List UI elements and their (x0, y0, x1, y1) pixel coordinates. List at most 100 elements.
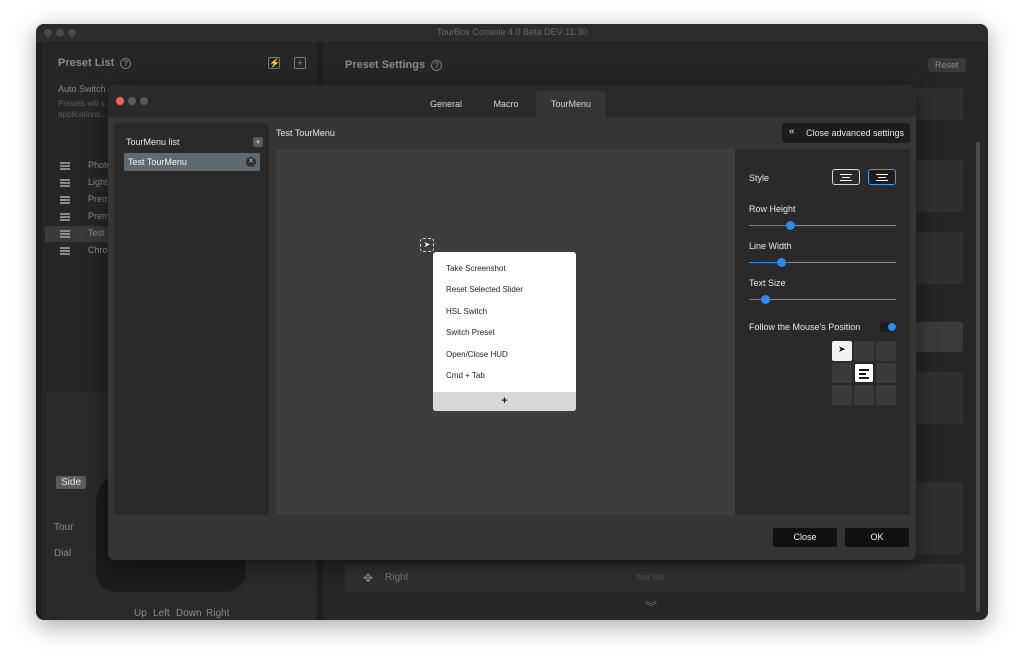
dial-label[interactable]: Dial (54, 548, 71, 559)
side-label[interactable]: Side (56, 476, 87, 489)
text-size-label: Text Size (749, 278, 786, 288)
style-settings-panel: Style Row Height Line Width Text Size Fo… (735, 149, 910, 515)
position-cell[interactable] (876, 363, 896, 383)
line-width-slider[interactable] (749, 258, 896, 267)
slider-thumb[interactable] (777, 258, 786, 267)
drag-handle-icon[interactable] (60, 196, 70, 204)
add-tourmenu-button[interactable]: + (253, 137, 263, 147)
preset-row[interactable]: Photo (45, 158, 112, 174)
menu-item[interactable]: Open/Close HUD (446, 350, 508, 359)
preset-row-selected[interactable]: Test (45, 226, 111, 242)
add-preset-button[interactable]: + (294, 57, 306, 69)
slider-thumb[interactable] (786, 221, 795, 230)
toggle-knob (888, 323, 896, 331)
tourmenu-list-panel: TourMenu list + Test TourMenu ✕ (114, 123, 269, 515)
chevron-down-icon[interactable]: ︾ (645, 598, 657, 615)
close-advanced-settings-button[interactable]: « Close advanced settings (782, 123, 910, 143)
dialog-zoom-dot[interactable] (140, 97, 148, 105)
follow-mouse-label: Follow the Mouse's Position (749, 322, 861, 332)
menu-line (859, 369, 869, 371)
tourmenu-preview-canvas: ➤ Take Screenshot Reset Selected Slider … (276, 149, 735, 515)
tourmenu-name: Test TourMenu (276, 128, 335, 138)
follow-mouse-toggle[interactable] (879, 322, 897, 332)
close-advanced-settings-label: Close advanced settings (806, 128, 905, 138)
right-action-label: Right (385, 572, 409, 583)
close-button[interactable]: Close (773, 528, 837, 547)
tourmenu-list-title: TourMenu list (126, 137, 180, 147)
tourmenu-preview: Take Screenshot Reset Selected Slider HS… (433, 252, 576, 411)
menu-item[interactable]: Cmd + Tab (446, 371, 485, 380)
style-light-button[interactable] (868, 169, 896, 185)
main-titlebar: TourBox Console 4.0 Beta DEV 11.30 (36, 24, 988, 42)
reset-button[interactable]: Reset (928, 58, 966, 72)
ok-button[interactable]: OK (845, 528, 909, 547)
right-label[interactable]: Right (206, 608, 229, 619)
add-menu-item-button[interactable]: + (433, 392, 576, 411)
preset-row[interactable]: Lightr (45, 175, 111, 191)
up-label[interactable]: Up (134, 608, 147, 619)
menu-line (859, 373, 866, 375)
menu-line (859, 377, 869, 379)
position-cell[interactable] (854, 341, 874, 361)
preset-row[interactable]: Premi (45, 192, 112, 208)
tab-general[interactable]: General (420, 91, 472, 117)
drag-handle-icon[interactable] (60, 162, 70, 170)
preset-settings-title: Preset Settings ? (345, 59, 443, 71)
drag-handle-icon[interactable] (60, 247, 70, 255)
scrollbar[interactable] (976, 142, 980, 612)
tour-label[interactable]: Tour (54, 522, 73, 533)
position-cell[interactable] (854, 385, 874, 405)
drag-handle-icon[interactable] (60, 179, 70, 187)
style-dark-button[interactable] (832, 169, 860, 185)
row-height-slider[interactable] (749, 221, 896, 230)
row-height-label: Row Height (749, 204, 796, 214)
cursor-icon: ➤ (420, 238, 434, 252)
dialog-close-dot[interactable] (116, 97, 124, 105)
position-cell[interactable] (832, 363, 852, 383)
menu-item[interactable]: HSL Switch (446, 307, 487, 316)
preset-list-title: Preset List ? (58, 57, 132, 69)
tourmenu-item-label: Test TourMenu (128, 157, 187, 167)
slider-fill (749, 225, 790, 226)
help-icon[interactable]: ? (431, 59, 443, 71)
style-label: Style (749, 173, 770, 183)
line-width-label: Line Width (749, 241, 792, 251)
align-center-icon (876, 174, 888, 181)
preset-row[interactable]: Chron (45, 243, 113, 259)
dpad-icon: ✥ (363, 571, 374, 585)
tourmenu-list-item[interactable]: Test TourMenu ✕ (124, 153, 260, 171)
auto-switch-label: Auto Switch (58, 84, 106, 94)
down-label[interactable]: Down (176, 608, 202, 619)
left-label[interactable]: Left (153, 608, 170, 619)
preset-list-title-text: Preset List (58, 57, 115, 69)
help-icon[interactable]: ? (120, 57, 132, 69)
window-title: TourBox Console 4.0 Beta DEV 11.30 (437, 27, 587, 37)
preset-label: Test (88, 228, 105, 238)
preset-settings-title-text: Preset Settings (345, 59, 426, 71)
tab-tourmenu[interactable]: TourMenu (536, 91, 606, 117)
chevron-double-left-icon: « (789, 126, 795, 137)
right-action-row[interactable]: ✥ Right Not Set (345, 564, 965, 592)
align-center-icon (840, 174, 852, 181)
slider-thumb[interactable] (761, 295, 770, 304)
flash-icon[interactable]: ⚡ (268, 57, 280, 69)
menu-item[interactable]: Reset Selected Slider (446, 285, 523, 294)
drag-handle-icon[interactable] (60, 230, 70, 238)
position-cell-top-left[interactable]: ➤ (832, 341, 852, 361)
dialog-header: General Macro TourMenu (108, 85, 916, 117)
position-cell[interactable] (876, 385, 896, 405)
remove-icon[interactable]: ✕ (246, 157, 256, 167)
position-cell[interactable] (876, 341, 896, 361)
position-cell[interactable] (832, 385, 852, 405)
dialog-minimize-dot[interactable] (128, 97, 136, 105)
advanced-settings-dialog: General Macro TourMenu TourMenu list + T… (108, 85, 916, 560)
cursor-icon: ➤ (838, 344, 846, 354)
menu-preview-icon (854, 363, 874, 383)
drag-handle-icon[interactable] (60, 213, 70, 221)
menu-item[interactable]: Switch Preset (446, 328, 495, 337)
menu-item[interactable]: Take Screenshot (446, 264, 506, 273)
preset-row[interactable]: Premi (45, 209, 112, 225)
not-set-label: Not Set (637, 573, 664, 582)
tab-macro[interactable]: Macro (482, 91, 530, 117)
text-size-slider[interactable] (749, 295, 896, 304)
